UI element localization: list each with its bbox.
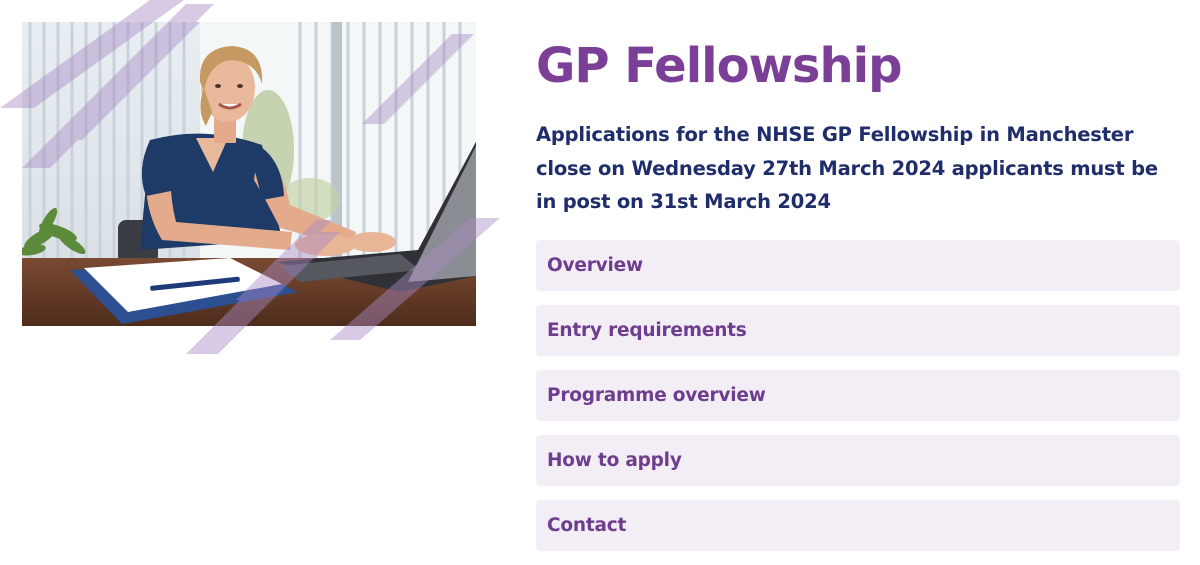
main-content: GP Fellowship Applications for the NHSE …: [536, 36, 1180, 219]
intro-text: Applications for the NHSE GP Fellowship …: [536, 123, 1158, 213]
accordion-item-entry-requirements[interactable]: Entry requirements: [536, 305, 1180, 356]
accordion-item-overview[interactable]: Overview: [536, 240, 1180, 291]
hero-image: [0, 0, 510, 370]
accordion-item-label: Entry requirements: [547, 320, 747, 341]
accordion-item-label: Overview: [547, 255, 643, 276]
accordion-item-programme-overview[interactable]: Programme overview: [536, 370, 1180, 421]
accordion-item-contact[interactable]: Contact: [536, 500, 1180, 551]
accordion: Overview Entry requirements Programme ov…: [536, 240, 1180, 565]
accordion-item-how-to-apply[interactable]: How to apply: [536, 435, 1180, 486]
accordion-item-label: Programme overview: [547, 385, 766, 406]
accordion-item-label: How to apply: [547, 450, 682, 471]
accordion-item-label: Contact: [547, 515, 627, 536]
hero-photo-illustration: [0, 0, 500, 354]
page-title: GP Fellowship: [536, 38, 902, 94]
